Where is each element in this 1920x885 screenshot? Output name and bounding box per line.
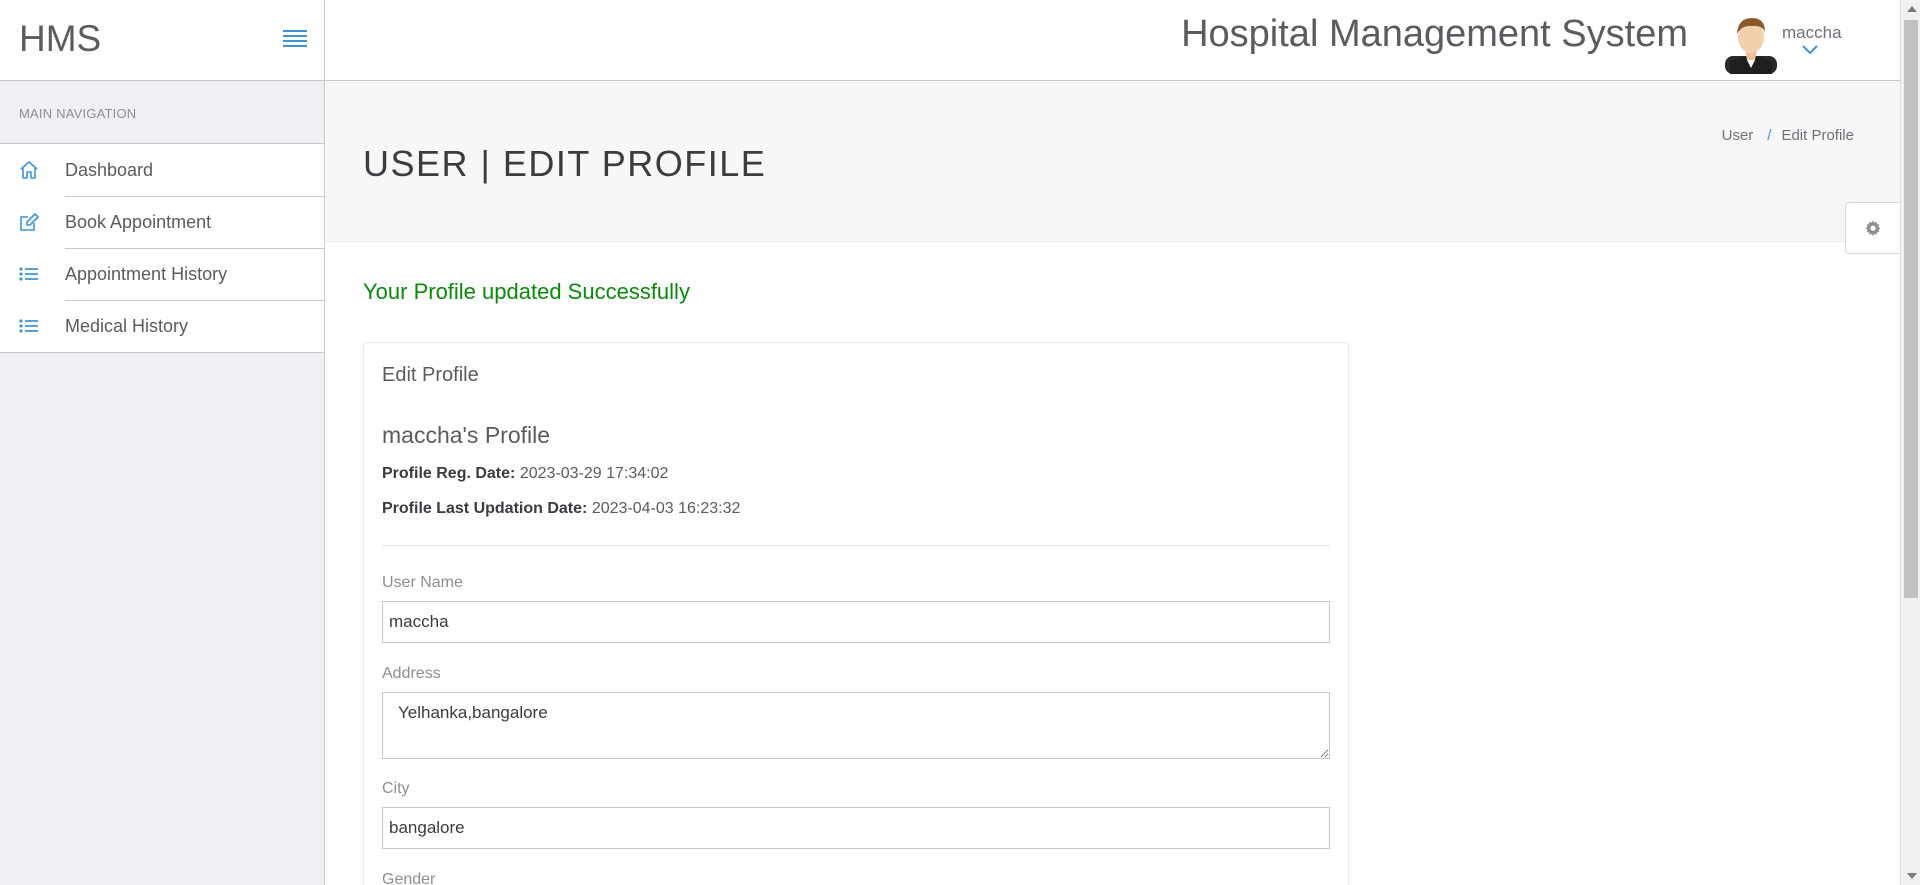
menu-toggle-icon[interactable] <box>283 30 307 48</box>
page-header: USER | EDIT PROFILE User / Edit Profile <box>326 81 1900 242</box>
home-icon <box>20 161 38 179</box>
page-scrollbar[interactable] <box>1900 0 1920 885</box>
brand-area: HMS <box>0 0 325 81</box>
address-label: Address <box>382 665 441 682</box>
update-date-label: Profile Last Updation Date: <box>382 500 588 517</box>
page-title: USER | EDIT PROFILE <box>363 143 767 184</box>
sidebar-item-label: Dashboard <box>65 160 154 180</box>
nav-list: Dashboard Book Appointment Appointment H… <box>0 143 324 353</box>
scroll-up-arrow-icon[interactable] <box>1907 6 1917 12</box>
sidebar: MAIN NAVIGATION Dashboard Book Appointme… <box>0 81 325 885</box>
panel-title: Edit Profile <box>382 364 479 386</box>
scroll-down-arrow-icon[interactable] <box>1907 873 1917 879</box>
brand-logo[interactable]: HMS <box>19 18 101 60</box>
divider <box>382 545 1330 546</box>
sidebar-item-appointment-history[interactable]: Appointment History <box>0 248 324 300</box>
sidebar-item-dashboard[interactable]: Dashboard <box>0 144 324 196</box>
scrollbar-thumb[interactable] <box>1904 20 1918 598</box>
user-avatar-icon[interactable] <box>1722 12 1780 74</box>
breadcrumb-item-current: Edit Profile <box>1781 127 1854 144</box>
gear-icon <box>1865 220 1881 236</box>
nav-heading: MAIN NAVIGATION <box>19 106 137 121</box>
edit-profile-panel: Edit Profile maccha's Profile Profile Re… <box>363 342 1349 885</box>
success-message: Your Profile updated Successfully <box>363 279 690 304</box>
address-textarea[interactable]: Yelhanka,bangalore <box>382 692 1330 759</box>
list-icon <box>19 319 38 333</box>
app-title: Hospital Management System <box>1181 13 1688 55</box>
city-input[interactable] <box>382 807 1330 849</box>
sidebar-item-label: Appointment History <box>65 264 228 284</box>
list-icon <box>19 267 38 281</box>
update-date-row: Profile Last Updation Date: 2023-04-03 1… <box>382 500 740 518</box>
city-label: City <box>382 780 410 797</box>
update-date-value: 2023-04-03 16:23:32 <box>591 500 741 517</box>
edit-icon <box>20 213 39 231</box>
user-name[interactable]: maccha <box>1782 23 1842 43</box>
sidebar-item-label: Book Appointment <box>65 212 212 232</box>
sidebar-item-medical-history[interactable]: Medical History <box>0 300 324 352</box>
username-input[interactable] <box>382 601 1330 643</box>
reg-date-row: Profile Reg. Date: 2023-03-29 17:34:02 <box>382 465 668 483</box>
sidebar-item-book-appointment[interactable]: Book Appointment <box>0 196 324 248</box>
reg-date-value: 2023-03-29 17:34:02 <box>519 465 669 482</box>
top-navbar: HMS Hospital Management System maccha <box>0 0 1900 81</box>
sidebar-item-label: Medical History <box>65 316 189 336</box>
breadcrumb-item-user[interactable]: User <box>1722 127 1754 144</box>
username-label: User Name <box>382 574 463 591</box>
profile-heading: maccha's Profile <box>382 422 551 448</box>
reg-date-label: Profile Reg. Date: <box>382 465 516 482</box>
settings-button[interactable] <box>1845 202 1900 254</box>
chevron-down-icon[interactable] <box>1801 42 1819 56</box>
gender-label: Gender <box>382 871 436 885</box>
breadcrumb-separator: / <box>1767 127 1772 144</box>
breadcrumb: User / Edit Profile <box>1722 127 1854 144</box>
